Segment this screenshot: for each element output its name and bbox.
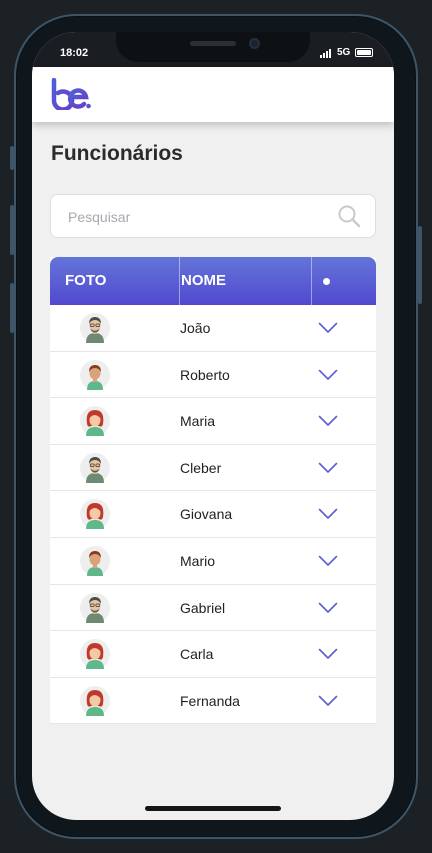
chevron-down-icon[interactable] [318,555,338,567]
table-row[interactable]: Gabriel [50,585,376,632]
avatar-young-man-icon [80,359,110,390]
avatar-woman-icon [80,406,110,437]
status-bar: 18:02 5G [32,32,394,67]
column-divider [311,257,312,305]
battery-icon [355,48,373,57]
network-label: 5G [337,47,351,58]
employee-name: João [180,320,211,336]
table-body: João Roberto Maria Cleber Giovana Mario [50,305,376,725]
employee-name: Roberto [180,366,230,383]
signal-icon [320,49,331,58]
column-divider [179,257,180,305]
table-header: FOTO NOME [50,257,376,305]
column-header-name: NOME [181,272,226,289]
table-row[interactable]: Roberto [50,352,376,399]
page-title: Funcionários [51,142,183,165]
table-row[interactable]: Maria [50,398,376,445]
avatar-woman-icon [80,685,110,716]
speaker [190,41,236,46]
chevron-down-icon[interactable] [318,602,338,614]
chevron-down-icon[interactable] [318,462,338,474]
table-row[interactable]: Cleber [50,445,376,492]
column-header-photo: FOTO [65,272,107,289]
side-button-mute [10,146,14,170]
table-row[interactable]: Mario [50,538,376,585]
status-time: 18:02 [60,47,89,59]
avatar-older-man-icon [80,313,110,343]
chevron-down-icon[interactable] [318,415,338,427]
side-button-volume-down [10,283,14,333]
table-row[interactable]: Fernanda [50,678,376,725]
employee-name: Cleber [180,459,222,476]
search-box[interactable]: Pesquisar [50,194,376,238]
chevron-down-icon[interactable] [318,648,338,660]
employee-name: Mario [180,552,216,569]
avatar-young-man-icon [80,545,110,576]
chevron-down-icon[interactable] [318,369,338,381]
table-row[interactable]: Carla [50,631,376,678]
camera [249,38,260,49]
table-row[interactable]: João [50,305,376,352]
avatar-older-man-icon [80,592,110,623]
avatar-woman-icon [80,499,110,530]
employee-name: Carla [180,646,214,663]
home-indicator[interactable] [145,806,281,811]
avatar-woman-icon [80,639,110,670]
app-header [32,67,394,122]
table-row[interactable]: Giovana [50,491,376,538]
notch [116,32,310,62]
avatar-older-man-icon [80,452,110,483]
search-input[interactable]: Pesquisar [68,209,130,225]
chevron-down-icon[interactable] [318,322,338,334]
screen: 18:02 5G Funcionários Pesquisar FOTO NOM… [32,32,394,820]
column-header-actions-dot [323,278,330,285]
be-logo[interactable] [50,78,92,110]
employee-name: Fernanda [180,692,240,709]
employee-name: Gabriel [180,599,226,616]
employee-name: Maria [180,413,216,430]
chevron-down-icon[interactable] [318,695,338,707]
employee-name: Giovana [180,506,233,523]
chevron-down-icon[interactable] [318,508,338,520]
search-icon[interactable] [337,204,361,228]
side-button-volume-up [10,205,14,255]
side-button-power [418,226,422,304]
employees-table: FOTO NOME João Roberto Maria Cleber Giov… [50,257,376,725]
